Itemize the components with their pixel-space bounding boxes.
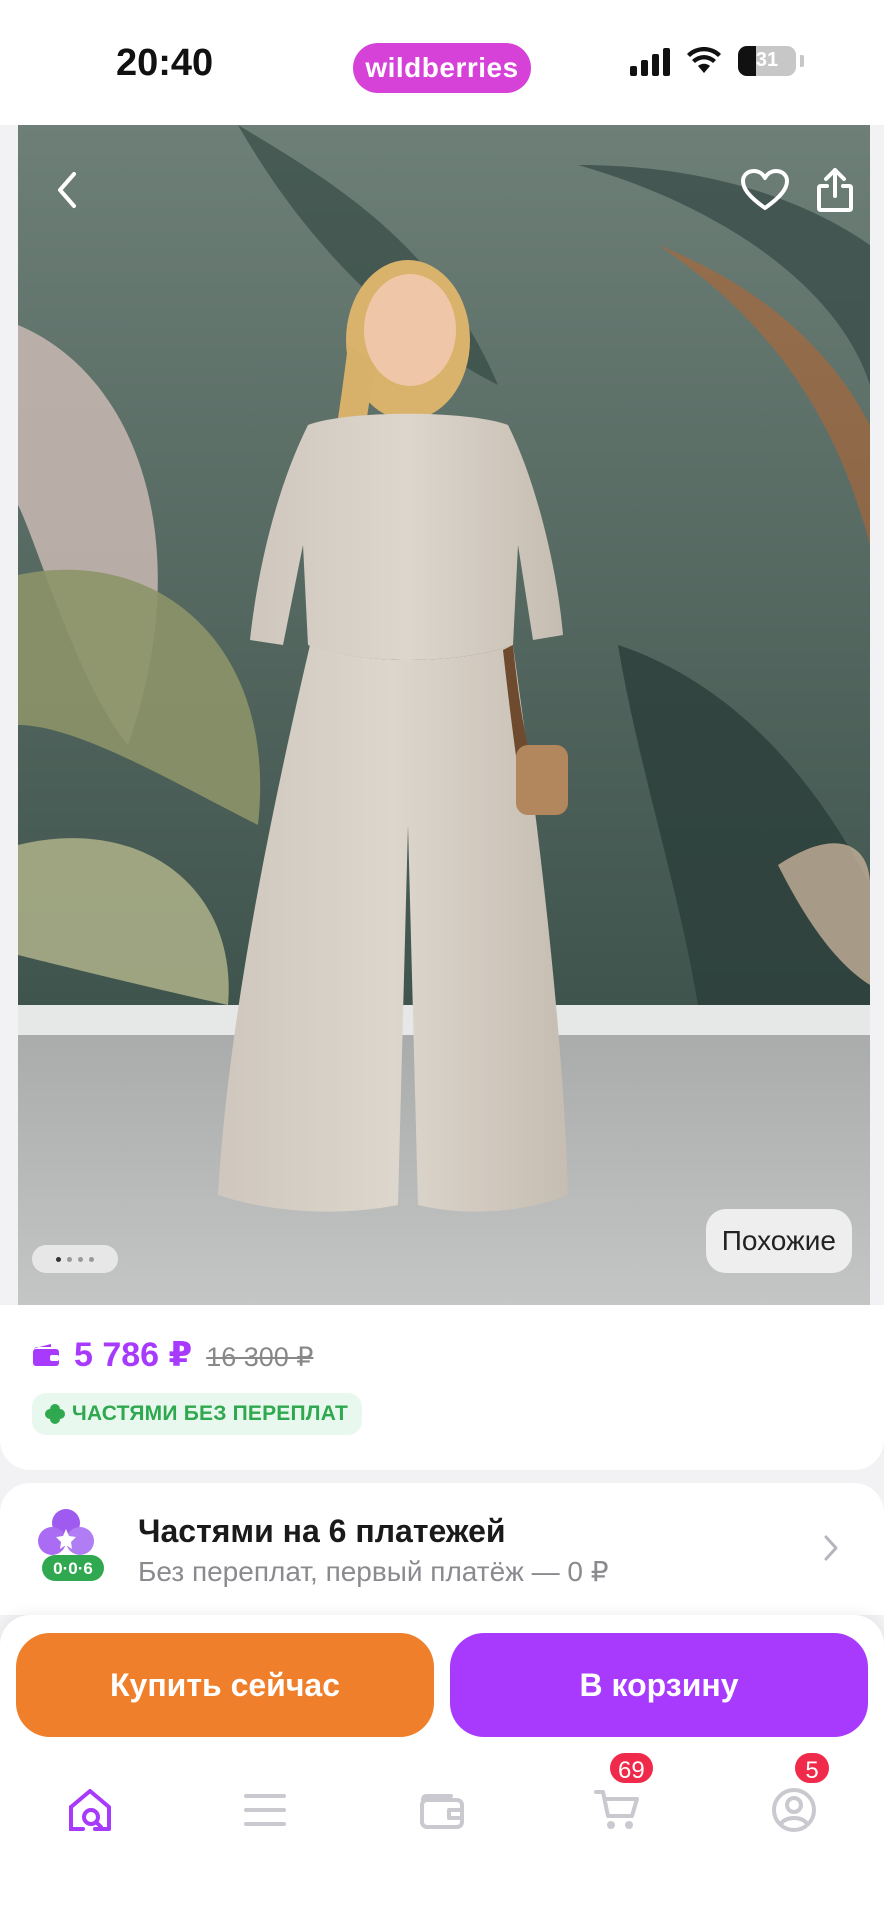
cart-icon: [594, 1790, 639, 1829]
installment-icon-label: 0·0·6: [53, 1559, 93, 1578]
tab-wallet[interactable]: [402, 1770, 482, 1850]
tab-profile[interactable]: 5: [754, 1750, 834, 1850]
share-button[interactable]: [800, 155, 870, 225]
battery-icon: 31: [738, 46, 796, 76]
wallet-tab-icon: [420, 1794, 464, 1829]
similar-button[interactable]: Похожие: [705, 1209, 852, 1273]
profile-notification-badge: 5: [792, 1750, 832, 1786]
pagination-dot: [89, 1256, 94, 1262]
product-photo: [18, 125, 870, 1305]
chevron-right-icon: [824, 1535, 838, 1561]
battery-level: 31: [755, 49, 779, 71]
share-icon: [817, 168, 853, 212]
installment-title: Частями на 6 платежей: [138, 1513, 506, 1549]
installment-badge-label: ЧАСТЯМИ БЕЗ ПЕРЕПЛАТ: [72, 1402, 349, 1425]
status-bar: 20:40 wildberries 31: [0, 0, 884, 125]
installment-clover-icon: 0·0·6: [38, 1509, 104, 1581]
tab-cart[interactable]: 69: [577, 1750, 657, 1850]
status-time: 20:40: [116, 42, 214, 84]
buy-now-button[interactable]: Купить сейчас: [16, 1633, 434, 1737]
back-button[interactable]: [32, 155, 102, 225]
tab-bar: 69 5: [0, 1750, 884, 1860]
add-to-cart-button[interactable]: В корзину: [450, 1633, 868, 1737]
cart-count-badge: 69: [607, 1750, 656, 1786]
home-search-icon: [69, 1789, 111, 1831]
profile-icon: [772, 1788, 816, 1832]
tab-catalog[interactable]: [225, 1770, 305, 1850]
price-old: 16 300 ₽: [206, 1342, 314, 1372]
pagination-dot: [56, 1256, 61, 1262]
price-current: 5 786 ₽: [74, 1336, 193, 1374]
product-image-gallery[interactable]: Похожие: [18, 125, 870, 1305]
tab-home[interactable]: [50, 1770, 130, 1850]
price-row: 5 786 ₽ 16 300 ₽: [32, 1335, 313, 1375]
clover-icon: [45, 1404, 65, 1424]
status-icons: 31: [630, 46, 804, 76]
chevron-left-icon: [58, 172, 76, 208]
installment-badge: ЧАСТЯМИ БЕЗ ПЕРЕПЛАТ: [32, 1393, 363, 1435]
pagination-dot: [67, 1256, 72, 1262]
gallery-pagination: [32, 1245, 118, 1273]
pagination-dot: [78, 1256, 83, 1262]
brand-logo: wildberries: [353, 43, 531, 93]
menu-icon: [244, 1794, 286, 1826]
favorite-button[interactable]: [730, 155, 800, 225]
wallet-icon: [33, 1344, 59, 1366]
heart-icon: [741, 169, 789, 210]
price-card: 5 786 ₽ 16 300 ₽ ЧАСТЯМИ БЕЗ ПЕРЕПЛАТ: [0, 1305, 884, 1470]
cellular-signal-icon: [630, 46, 670, 76]
bottom-action-panel: Купить сейчас В корзину 69 5: [0, 1615, 884, 1920]
installment-subtitle: Без переплат, первый платёж — 0 ₽: [138, 1556, 609, 1587]
wifi-icon: [687, 47, 721, 73]
product-screen: 20:40 wildberries 31 Похожие 5 786 ₽ 16 …: [0, 0, 884, 1920]
installment-card[interactable]: 0·0·6 Частями на 6 платежей Без переплат…: [0, 1483, 884, 1615]
